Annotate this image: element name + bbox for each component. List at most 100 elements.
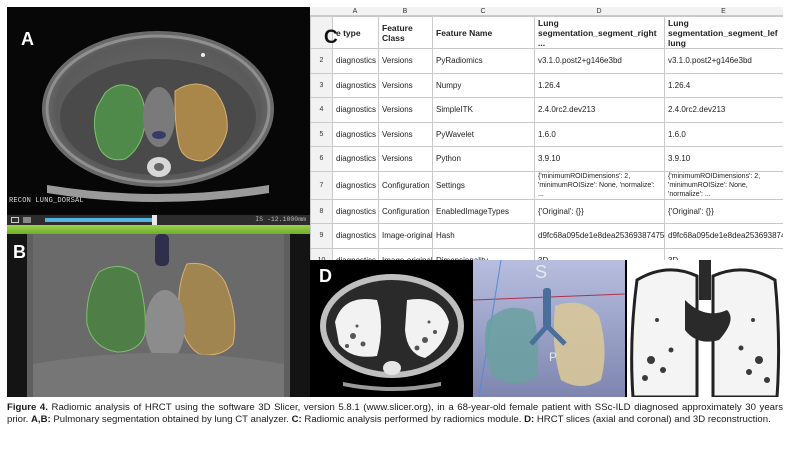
table-cell: v3.1.0.post2+g146e3bd <box>664 48 783 74</box>
view-separator-bar <box>7 225 310 234</box>
panel-a-axial-ct: A RECON LUNG_DORSAL <box>7 7 310 215</box>
slice-slider-bar[interactable]: IS -12.1000mm <box>7 215 310 225</box>
table-row: 5 diagnostics Versions PyWavelet 1.6.0 1… <box>310 121 783 147</box>
table-row: 2 diagnostics Versions PyRadiomics v3.1.… <box>310 48 783 74</box>
column-letter: E <box>721 8 726 15</box>
column-header: e type <box>332 16 379 49</box>
table-cell: diagnostics <box>332 48 379 74</box>
panel-c-label: C <box>324 27 338 48</box>
panel-d-coronal-slice <box>627 260 783 397</box>
figure-caption: Figure 4. Radiomic analysis of HRCT usin… <box>7 402 783 427</box>
caption-c-label: C: <box>291 414 302 426</box>
axial-hrct-image <box>320 274 464 391</box>
posterior-orientation-label: P <box>549 350 558 364</box>
table-cell: diagnostics <box>332 97 379 123</box>
table-cell: 3D <box>534 247 665 260</box>
table-cell: Versions <box>378 146 433 172</box>
superior-orientation-label: S <box>535 262 548 282</box>
row-number: 7 <box>310 170 333 200</box>
table-cell: diagnostics <box>332 198 379 224</box>
row-number: 6 <box>310 146 333 172</box>
table-cell: SimpleITK <box>432 97 535 123</box>
table-row: 6 diagnostics Versions Python 3.9.10 3.9… <box>310 146 783 172</box>
pin-icon[interactable] <box>11 217 19 223</box>
column-letter: C <box>480 8 486 15</box>
table-cell: Versions <box>378 48 433 74</box>
slice-slider-track[interactable] <box>45 218 155 222</box>
row-number: 2 <box>310 48 333 74</box>
table-cell: {'Original': {}} <box>664 198 783 224</box>
table-cell: d9fc68a095de1e8dea25369387475c4... <box>664 223 783 249</box>
table-row: 3 diagnostics Versions Numpy 1.26.4 1.26… <box>310 72 783 98</box>
row-number: 8 <box>310 198 333 224</box>
table-cell: diagnostics <box>332 146 379 172</box>
table-cell: PyRadiomics <box>432 48 535 74</box>
panel-d-label: D <box>319 266 332 286</box>
column-header: Lung segmentation_segment_lef lung <box>664 16 783 49</box>
row-number: 9 <box>310 223 333 249</box>
panel-b-label: B <box>13 242 26 262</box>
caption-ab-label: A,B: <box>31 414 51 426</box>
table-cell: EnabledImageTypes <box>432 198 535 224</box>
table-cell: v3.1.0.post2+g146e3bd <box>534 48 665 74</box>
coronal-ct-image <box>27 234 290 397</box>
caption-text: Radiomic analysis performed by radiomics… <box>301 414 525 426</box>
table-cell: Settings <box>432 170 535 200</box>
column-letter: B <box>402 8 408 15</box>
recon-series-label: RECON LUNG_DORSAL <box>9 197 84 205</box>
table-cell: Image-original <box>378 223 433 249</box>
table-cell: 1.6.0 <box>534 121 665 147</box>
row-number: 5 <box>310 121 333 147</box>
table-cell: Numpy <box>432 72 535 98</box>
column-letter: D <box>596 8 602 15</box>
table-cell: 1.26.4 <box>664 72 783 98</box>
slice-slider-thumb[interactable] <box>152 215 157 225</box>
panel-b-coronal-ct: B <box>7 234 310 397</box>
caption-d-label: D: <box>524 414 535 426</box>
axial-ct-image <box>42 31 274 202</box>
table-cell: {'minimumROIDimensions': 2, 'minimumROIS… <box>534 170 665 200</box>
panel-d-3d-reconstruction: S P <box>473 260 625 397</box>
table-cell: Configuration <box>378 198 433 224</box>
table-cell: diagnostics <box>332 170 379 200</box>
table-row: 10 diagnostics Image-original Dimensiona… <box>310 247 783 260</box>
panel-d-axial-slice: D <box>313 260 471 397</box>
lung-3d-render <box>473 260 625 397</box>
column-letter: A <box>352 8 358 15</box>
row-number: 10 <box>310 247 333 260</box>
panel-a-label: A <box>21 29 34 49</box>
table-cell: diagnostics <box>332 72 379 98</box>
caption-text: Pulmonary segmentation obtained by lung … <box>50 414 292 426</box>
layout-icon[interactable] <box>23 217 31 223</box>
table-cell: Versions <box>378 72 433 98</box>
table-cell: diagnostics <box>332 247 379 260</box>
caption-text: HRCT slices (axial and coronal) and 3D r… <box>534 414 771 426</box>
table-cell: PyWavelet <box>432 121 535 147</box>
table-header-row: e type Feature Class Feature Name Lung s… <box>310 16 783 49</box>
panel-c-radiomics-table: A B C D E e type Feature Class Feature N… <box>310 7 783 260</box>
table-cell: diagnostics <box>332 223 379 249</box>
table-cell: Hash <box>432 223 535 249</box>
table-cell: Versions <box>378 121 433 147</box>
table-cell: Dimensionality <box>432 247 535 260</box>
feature-table: e type Feature Class Feature Name Lung s… <box>310 16 783 260</box>
table-cell: d9fc68a095de1e8dea25369387475c4... <box>534 223 665 249</box>
caption-figure-label: Figure 4. <box>7 402 48 413</box>
table-cell: {'minimumROIDimensions': 2, 'minimumROIS… <box>664 170 783 200</box>
table-cell: 3D <box>664 247 783 260</box>
table-cell: Python <box>432 146 535 172</box>
table-row: 4 diagnostics Versions SimpleITK 2.4.0rc… <box>310 97 783 123</box>
table-row: 8 diagnostics Configuration EnabledImage… <box>310 198 783 224</box>
table-cell: 1.6.0 <box>664 121 783 147</box>
table-row: 9 diagnostics Image-original Hash d9fc68… <box>310 223 783 249</box>
column-header: Feature Class <box>378 16 433 49</box>
table-cell: Configuration <box>378 170 433 200</box>
row-number: 3 <box>310 72 333 98</box>
table-cell: 1.26.4 <box>534 72 665 98</box>
figure-4: A RECON LUNG_DORSAL IS -12.1000mm B A B … <box>7 7 783 397</box>
table-cell: 3.9.10 <box>534 146 665 172</box>
row-number: 4 <box>310 97 333 123</box>
column-header: Lung segmentation_segment_right ... <box>534 16 665 49</box>
coronal-hrct-image <box>627 260 783 397</box>
table-row: 7 diagnostics Configuration Settings {'m… <box>310 170 783 200</box>
